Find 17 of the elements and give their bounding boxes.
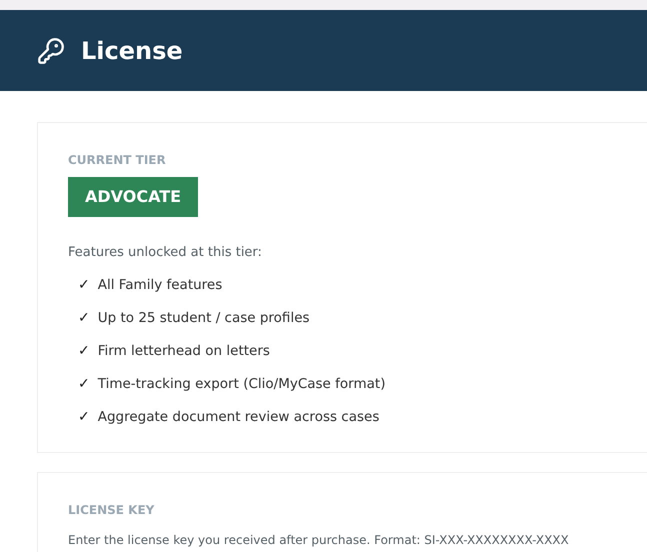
feature-item: Aggregate document review across cases <box>98 408 380 427</box>
check-mark: ✓ <box>78 408 90 426</box>
key-icon <box>37 36 65 64</box>
feature-item: All Family features <box>98 276 222 295</box>
check-mark: ✓ <box>78 276 90 294</box>
feature-item: Firm letterhead on letters <box>98 342 270 361</box>
features-intro: Features unlocked at this tier: <box>68 244 262 262</box>
check-mark: ✓ <box>78 374 90 394</box>
section-label: LICENSE KEY <box>68 502 154 518</box>
license-key-description: Enter the license key you received after purchase. Format: SI-XXX-XXXXXXXX-XXXX <box>68 532 569 548</box>
feature-item: Time-tracking export (Clio/MyCase format) <box>98 374 386 394</box>
check-mark: ✓ <box>78 308 90 328</box>
check-mark: ✓ <box>78 342 90 360</box>
page-title: License <box>81 36 183 66</box>
tier-badge: ADVOCATE <box>68 177 198 217</box>
section-label: CURRENT TIER <box>68 152 166 169</box>
feature-item: Up to 25 student / case profiles <box>98 308 310 328</box>
